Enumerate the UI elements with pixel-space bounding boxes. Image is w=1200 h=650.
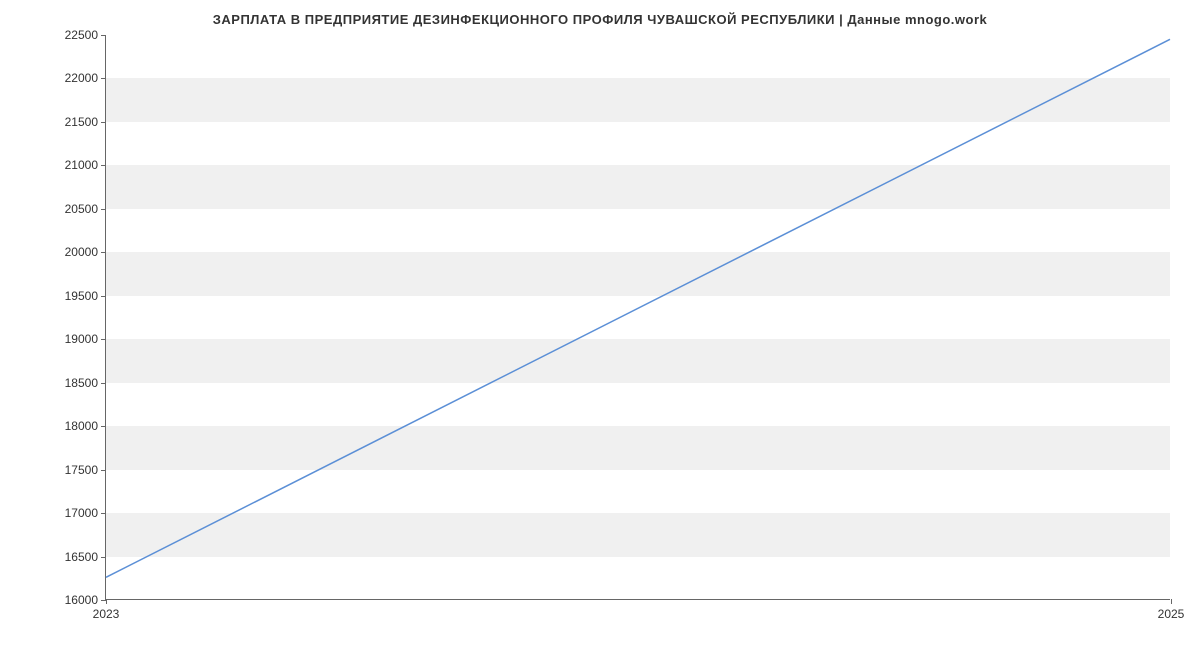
- y-tick-label: 16000: [65, 593, 98, 607]
- y-tick-mark: [101, 35, 106, 36]
- data-line: [106, 39, 1170, 577]
- y-tick-label: 20500: [65, 202, 98, 216]
- y-tick-label: 22500: [65, 28, 98, 42]
- y-tick-label: 20000: [65, 245, 98, 259]
- y-tick-mark: [101, 122, 106, 123]
- y-tick-mark: [101, 209, 106, 210]
- y-tick-mark: [101, 470, 106, 471]
- plot-area: 1600016500170001750018000185001900019500…: [105, 35, 1170, 600]
- y-tick-mark: [101, 557, 106, 558]
- y-tick-label: 21000: [65, 158, 98, 172]
- y-tick-label: 21500: [65, 115, 98, 129]
- y-tick-label: 17500: [65, 463, 98, 477]
- y-tick-label: 22000: [65, 71, 98, 85]
- y-tick-label: 18500: [65, 376, 98, 390]
- chart-title: ЗАРПЛАТА В ПРЕДПРИЯТИЕ ДЕЗИНФЕКЦИОННОГО …: [0, 0, 1200, 27]
- x-tick-label: 2025: [1158, 607, 1185, 621]
- y-tick-label: 18000: [65, 419, 98, 433]
- line-series: [106, 35, 1170, 599]
- y-tick-mark: [101, 78, 106, 79]
- y-tick-mark: [101, 165, 106, 166]
- y-tick-mark: [101, 383, 106, 384]
- y-tick-label: 19500: [65, 289, 98, 303]
- y-tick-label: 16500: [65, 550, 98, 564]
- y-tick-mark: [101, 296, 106, 297]
- y-tick-mark: [101, 513, 106, 514]
- y-tick-mark: [101, 252, 106, 253]
- x-tick-mark: [106, 599, 107, 604]
- y-tick-mark: [101, 339, 106, 340]
- y-tick-label: 19000: [65, 332, 98, 346]
- chart-container: 1600016500170001750018000185001900019500…: [105, 35, 1170, 600]
- x-tick-label: 2023: [93, 607, 120, 621]
- x-tick-mark: [1171, 599, 1172, 604]
- y-tick-label: 17000: [65, 506, 98, 520]
- y-tick-mark: [101, 426, 106, 427]
